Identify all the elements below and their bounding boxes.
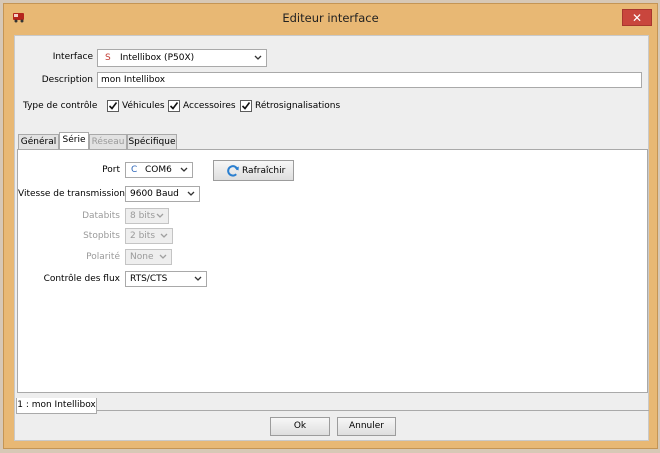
check-icon: [108, 102, 118, 110]
vehicules-checkbox-box[interactable]: [107, 100, 119, 112]
chevron-down-icon: [254, 55, 262, 60]
tab-reseau: Réseau: [89, 134, 127, 150]
refresh-button-label: Rafraîchir: [242, 166, 286, 176]
chevron-down-icon: [180, 167, 188, 172]
interface-select[interactable]: S Intellibox (P50X): [97, 49, 267, 67]
chevron-down-icon: [187, 191, 195, 196]
interface-label: Interface: [52, 52, 93, 62]
retrosignalisations-label: Rétrosignalisations: [255, 101, 341, 111]
flow-control-value: RTS/CTS: [130, 274, 168, 284]
tab-serie[interactable]: Série: [59, 132, 89, 149]
description-label: Description: [41, 75, 93, 85]
tab-specifique[interactable]: Spécifique: [127, 134, 177, 150]
accessoires-checkbox-box[interactable]: [168, 100, 180, 112]
parity-select: None: [125, 249, 172, 265]
close-icon: ✕: [631, 11, 643, 25]
checkbox-vehicules[interactable]: Véhicules: [107, 100, 177, 114]
stopbits-value: 2 bits: [130, 231, 156, 241]
cancel-button[interactable]: Annuler: [337, 417, 396, 436]
serial-settings-panel: Port C COM6 Rafraîchir Vitesse de transm…: [17, 149, 648, 393]
parity-label: Polarité: [86, 252, 120, 262]
baud-rate-select[interactable]: 9600 Baud: [125, 186, 200, 202]
check-icon: [169, 102, 179, 110]
baud-rate-label: Vitesse de transmission: [18, 189, 125, 199]
check-icon: [241, 102, 251, 110]
tab-general[interactable]: Général: [18, 134, 59, 150]
interface-type-icon: S: [105, 53, 111, 63]
retrosignalisations-checkbox-box[interactable]: [240, 100, 252, 112]
interface-select-value: Intellibox (P50X): [120, 53, 195, 63]
parity-value: None: [130, 252, 154, 262]
chevron-down-icon: [160, 233, 168, 238]
flow-control-label: Contrôle des flux: [43, 274, 120, 284]
accessoires-label: Accessoires: [183, 101, 236, 111]
port-type-icon: C: [131, 165, 138, 175]
baud-rate-value: 9600 Baud: [130, 189, 179, 199]
bottom-tab-strip: [16, 410, 649, 411]
control-type-label: Type de contrôle: [23, 101, 98, 111]
dialog-content: Interface S Intellibox (P50X) Descriptio…: [14, 35, 649, 441]
stopbits-select: 2 bits: [125, 228, 173, 244]
title-bar[interactable]: Editeur interface ✕: [4, 4, 657, 32]
description-input-value: mon Intellibox: [101, 75, 166, 85]
close-button[interactable]: ✕: [622, 9, 652, 26]
databits-select: 8 bits: [125, 208, 169, 224]
flow-control-select[interactable]: RTS/CTS: [125, 271, 207, 287]
port-select[interactable]: C COM6: [125, 162, 193, 178]
chevron-down-icon: [194, 276, 202, 281]
vehicules-label: Véhicules: [122, 101, 165, 111]
window-title: Editeur interface: [282, 11, 379, 25]
databits-value: 8 bits: [130, 211, 156, 221]
checkbox-accessoires[interactable]: Accessoires: [168, 100, 240, 114]
chevron-down-icon: [159, 254, 167, 259]
databits-label: Databits: [82, 211, 120, 221]
stopbits-label: Stopbits: [83, 231, 120, 241]
ok-button[interactable]: Ok: [270, 417, 330, 436]
dialog-window: Editeur interface ✕ Interface S Intellib…: [3, 3, 658, 449]
port-select-value: COM6: [145, 165, 172, 175]
refresh-icon: [227, 165, 239, 177]
chevron-down-icon: [156, 213, 164, 218]
port-label: Port: [102, 165, 120, 175]
description-input[interactable]: mon Intellibox: [97, 72, 642, 88]
tab-mon-intellibox[interactable]: 1 : mon Intellibox: [16, 398, 97, 414]
checkbox-retrosignalisations[interactable]: Rétrosignalisations: [240, 100, 340, 114]
refresh-button[interactable]: Rafraîchir: [213, 160, 294, 181]
